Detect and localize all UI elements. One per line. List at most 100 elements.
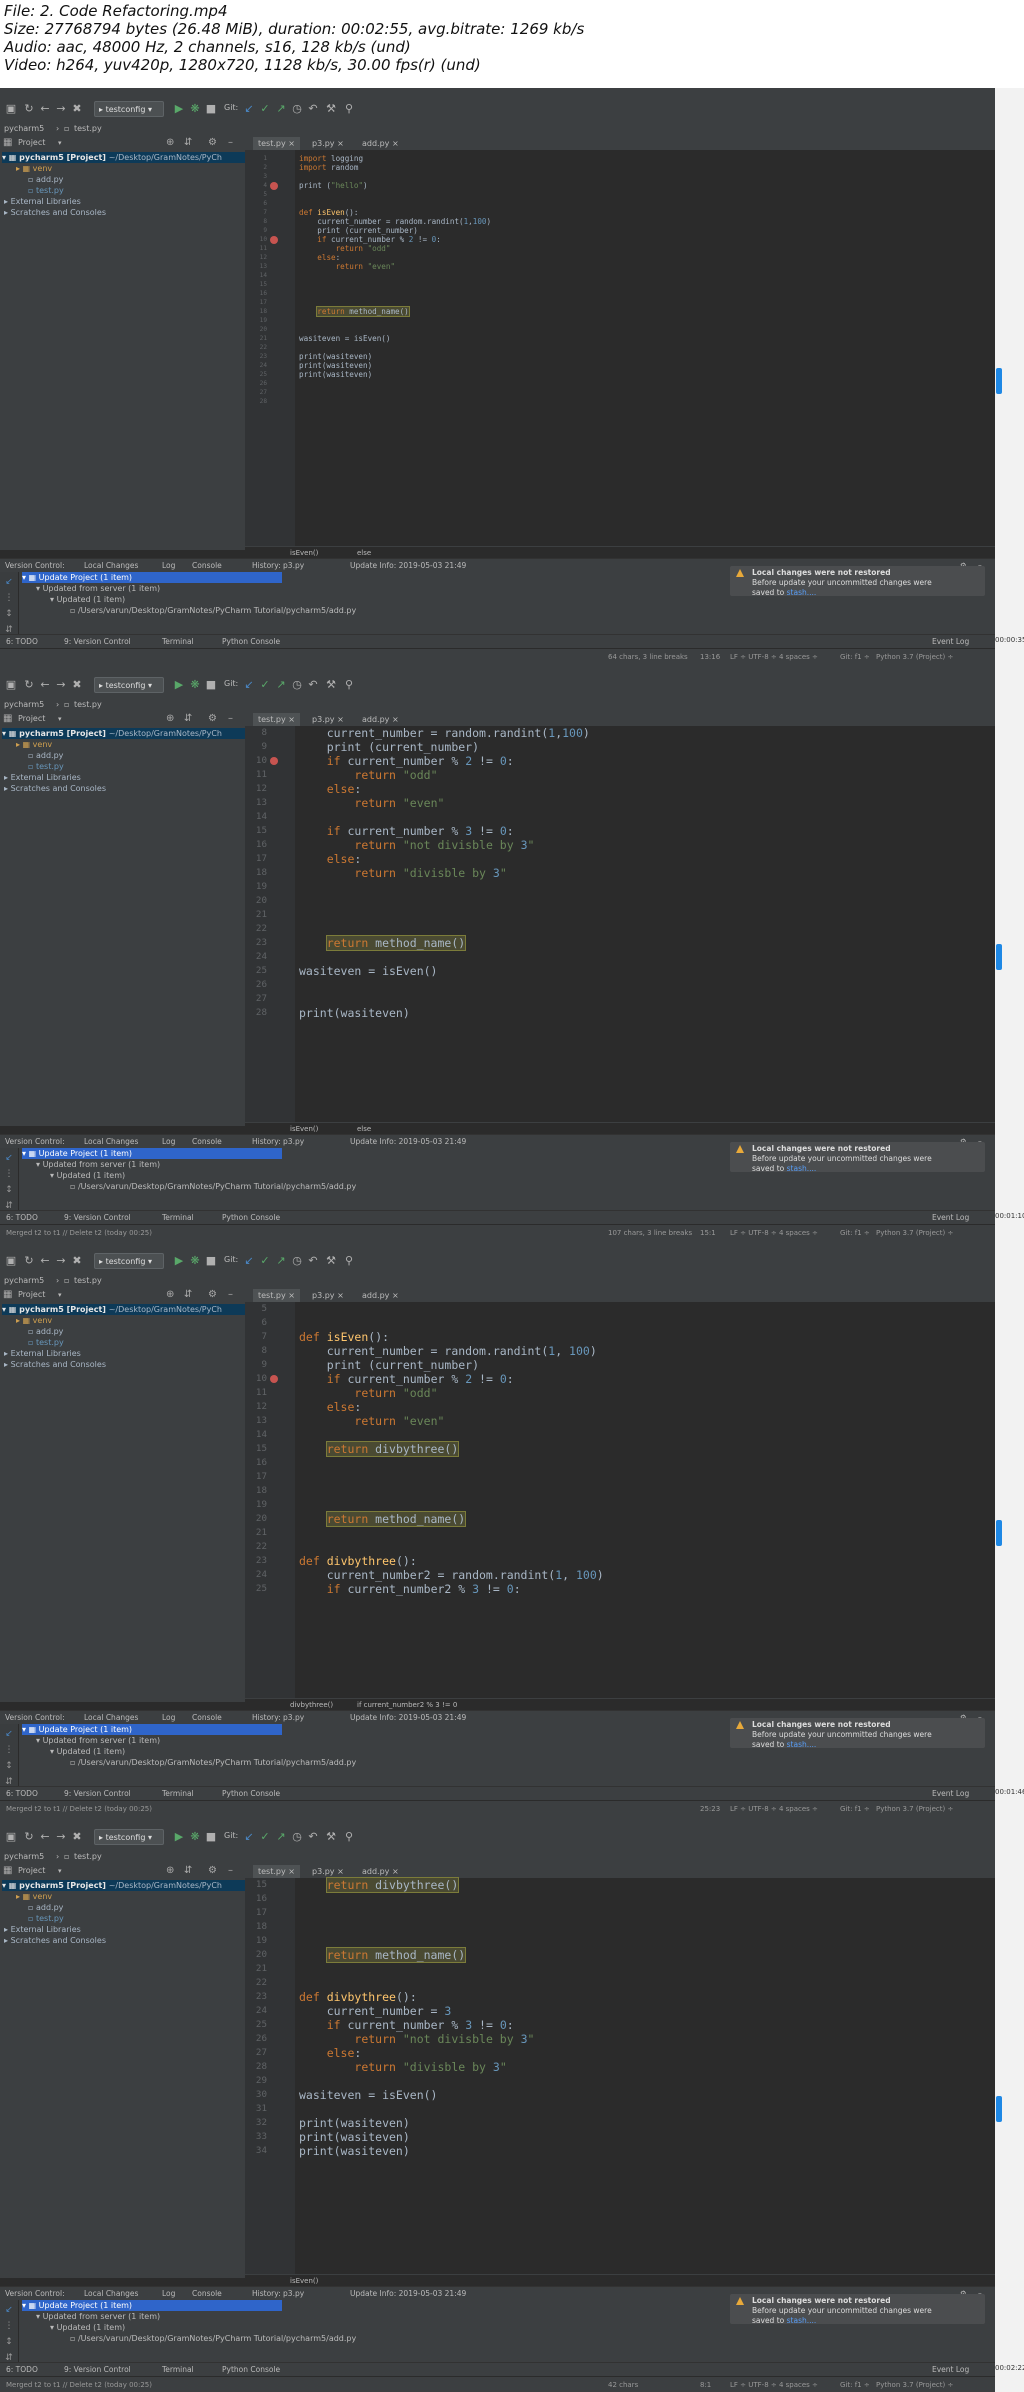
status-git[interactable]: Git: f1 ÷ — [840, 649, 870, 664]
tool-terminal[interactable]: Terminal — [162, 2363, 194, 2376]
hide-panel-icon[interactable]: – — [228, 1288, 233, 1302]
history-icon[interactable]: ◷ — [290, 678, 304, 692]
hide-panel-icon[interactable]: – — [228, 1864, 233, 1878]
settings-wrench-icon[interactable]: ⚒ — [324, 102, 338, 116]
tool-terminal[interactable]: Terminal — [162, 1211, 194, 1224]
chevron-down-icon[interactable]: ▾ — [58, 1288, 62, 1302]
notification-balloon[interactable]: Local changes were not restored Before u… — [730, 566, 985, 597]
tab-log[interactable]: Log — [162, 561, 175, 570]
status-caret-position[interactable]: 8:1 — [700, 2377, 711, 2392]
breakpoint-icon[interactable] — [270, 181, 278, 190]
tree-item-external-libraries[interactable]: ▸ External Libraries — [4, 1348, 81, 1359]
status-git[interactable]: Git: f1 ÷ — [840, 1801, 870, 1816]
vcs-commit-icon[interactable]: ✓ — [258, 678, 272, 692]
tool-terminal[interactable]: Terminal — [162, 1787, 194, 1800]
expand-icon[interactable]: ↕ — [3, 1760, 15, 1772]
tab-add-py[interactable]: add.py × — [357, 1865, 404, 1878]
tree-root[interactable]: ▾ ▦ pycharm5 [Project] ~/Desktop/GramNot… — [2, 1880, 245, 1891]
run-config-select[interactable]: ▸ testconfig ▾ — [94, 677, 164, 693]
build-icon[interactable]: ✖ — [70, 1830, 84, 1844]
build-icon[interactable]: ✖ — [70, 102, 84, 116]
settings-wrench-icon[interactable]: ⚒ — [324, 1830, 338, 1844]
vc-update-icon[interactable]: ↙ — [3, 576, 15, 588]
tree-item-venv[interactable]: ▸ ▦ venv — [16, 739, 52, 750]
tool-todo[interactable]: 6: TODO — [6, 635, 38, 648]
status-encoding[interactable]: LF ÷ UTF-8 ÷ 4 spaces ÷ — [730, 1225, 818, 1240]
back-icon[interactable]: ← — [38, 1830, 52, 1844]
open-folder-icon[interactable]: ▣ — [4, 1830, 18, 1844]
project-header-label[interactable]: Project — [18, 712, 45, 726]
revert-icon[interactable]: ↶ — [306, 102, 320, 116]
tab-p3-py[interactable]: p3.py × — [307, 137, 349, 150]
tab-p3-py[interactable]: p3.py × — [307, 1865, 349, 1878]
vcs-update-icon[interactable]: ↙ — [242, 1830, 256, 1844]
tool-terminal[interactable]: Terminal — [162, 635, 194, 648]
tree-item-scratches[interactable]: ▸ Scratches and Consoles — [4, 207, 106, 218]
debug-icon[interactable]: ❋ — [188, 102, 202, 116]
vc-tree-row[interactable]: ▾ Updated from server (1 item) — [36, 1159, 160, 1170]
vcs-update-icon[interactable]: ↙ — [242, 1254, 256, 1268]
search-icon[interactable]: ⚲ — [342, 1254, 356, 1268]
vc-tree-row[interactable]: ▾ Updated (1 item) — [50, 1746, 125, 1757]
vc-tree-row[interactable]: ▾ Updated from server (1 item) — [36, 583, 160, 594]
hide-panel-icon[interactable]: – — [228, 712, 233, 726]
breakpoint-icon[interactable] — [270, 235, 278, 244]
settings-wrench-icon[interactable]: ⚒ — [324, 1254, 338, 1268]
tree-item-venv[interactable]: ▸ ▦ venv — [16, 1315, 52, 1326]
tab-local-changes[interactable]: Local Changes — [84, 561, 138, 570]
expand-icon[interactable]: ↕ — [3, 2336, 15, 2348]
tab-console[interactable]: Console — [192, 1137, 222, 1146]
tab-update-info[interactable]: Update Info: 2019-05-03 21:49 — [350, 1137, 466, 1146]
vc-update-icon[interactable]: ↙ — [3, 1152, 15, 1164]
tool-todo[interactable]: 6: TODO — [6, 1787, 38, 1800]
breakpoint-icon[interactable] — [270, 757, 278, 765]
tab-log[interactable]: Log — [162, 2289, 175, 2298]
run-icon[interactable]: ▶ — [172, 1830, 186, 1844]
tool-event-log[interactable]: Event Log — [932, 635, 969, 648]
status-encoding[interactable]: LF ÷ UTF-8 ÷ 4 spaces ÷ — [730, 2377, 818, 2392]
nav-project[interactable]: pycharm5 — [4, 1276, 44, 1285]
run-icon[interactable]: ▶ — [172, 678, 186, 692]
gear-icon[interactable]: ⚙ — [208, 136, 217, 150]
run-config-select[interactable]: ▸ testconfig ▾ — [94, 1829, 164, 1845]
search-icon[interactable]: ⚲ — [342, 1830, 356, 1844]
status-interpreter[interactable]: Python 3.7 (Project) ÷ — [876, 649, 953, 664]
nav-project[interactable]: pycharm5 — [4, 1852, 44, 1861]
gear-icon[interactable]: ⚙ — [208, 712, 217, 726]
status-caret-position[interactable]: 15:1 — [700, 1225, 716, 1240]
tab-history[interactable]: History: p3.py — [252, 561, 304, 570]
vc-tree-row[interactable]: ▫ /Users/varun/Desktop/GramNotes/PyCharm… — [70, 1181, 356, 1192]
debug-icon[interactable]: ❋ — [188, 1830, 202, 1844]
tree-root[interactable]: ▾ ▦ pycharm5 [Project] ~/Desktop/GramNot… — [2, 152, 245, 163]
tree-item-external-libraries[interactable]: ▸ External Libraries — [4, 1924, 81, 1935]
stop-icon[interactable]: ■ — [204, 102, 218, 116]
hide-panel-icon[interactable]: – — [228, 136, 233, 150]
stop-icon[interactable]: ■ — [204, 1254, 218, 1268]
tree-item-venv[interactable]: ▸ ▦ venv — [16, 163, 52, 174]
tab-update-info[interactable]: Update Info: 2019-05-03 21:49 — [350, 2289, 466, 2298]
gear-icon[interactable]: ⚙ — [208, 1864, 217, 1878]
nav-file[interactable]: test.py — [74, 1276, 102, 1285]
tool-version-control[interactable]: 9: Version Control — [64, 2363, 131, 2376]
settings-wrench-icon[interactable]: ⚒ — [324, 678, 338, 692]
build-icon[interactable]: ✖ — [70, 678, 84, 692]
status-encoding[interactable]: LF ÷ UTF-8 ÷ 4 spaces ÷ — [730, 649, 818, 664]
group-icon[interactable]: ⋮ — [3, 592, 15, 604]
locate-icon[interactable]: ⊕ — [166, 1288, 174, 1302]
tree-item-venv[interactable]: ▸ ▦ venv — [16, 1891, 52, 1902]
tree-item-test[interactable]: ▫ test.py — [28, 185, 64, 196]
tool-version-control[interactable]: 9: Version Control — [64, 1787, 131, 1800]
vc-tree-row[interactable]: ▫ /Users/varun/Desktop/GramNotes/PyCharm… — [70, 605, 356, 616]
tree-item-test[interactable]: ▫ test.py — [28, 1913, 64, 1924]
tab-history[interactable]: History: p3.py — [252, 1137, 304, 1146]
tab-local-changes[interactable]: Local Changes — [84, 1137, 138, 1146]
tree-item-scratches[interactable]: ▸ Scratches and Consoles — [4, 1359, 106, 1370]
forward-icon[interactable]: → — [54, 678, 68, 692]
back-icon[interactable]: ← — [38, 678, 52, 692]
tab-add-py[interactable]: add.py × — [357, 1289, 404, 1302]
tab-log[interactable]: Log — [162, 1713, 175, 1722]
tree-item-external-libraries[interactable]: ▸ External Libraries — [4, 772, 81, 783]
open-folder-icon[interactable]: ▣ — [4, 1254, 18, 1268]
vc-tree-row[interactable]: ▾ ▦ Update Project (1 item) — [22, 572, 282, 583]
forward-icon[interactable]: → — [54, 1254, 68, 1268]
